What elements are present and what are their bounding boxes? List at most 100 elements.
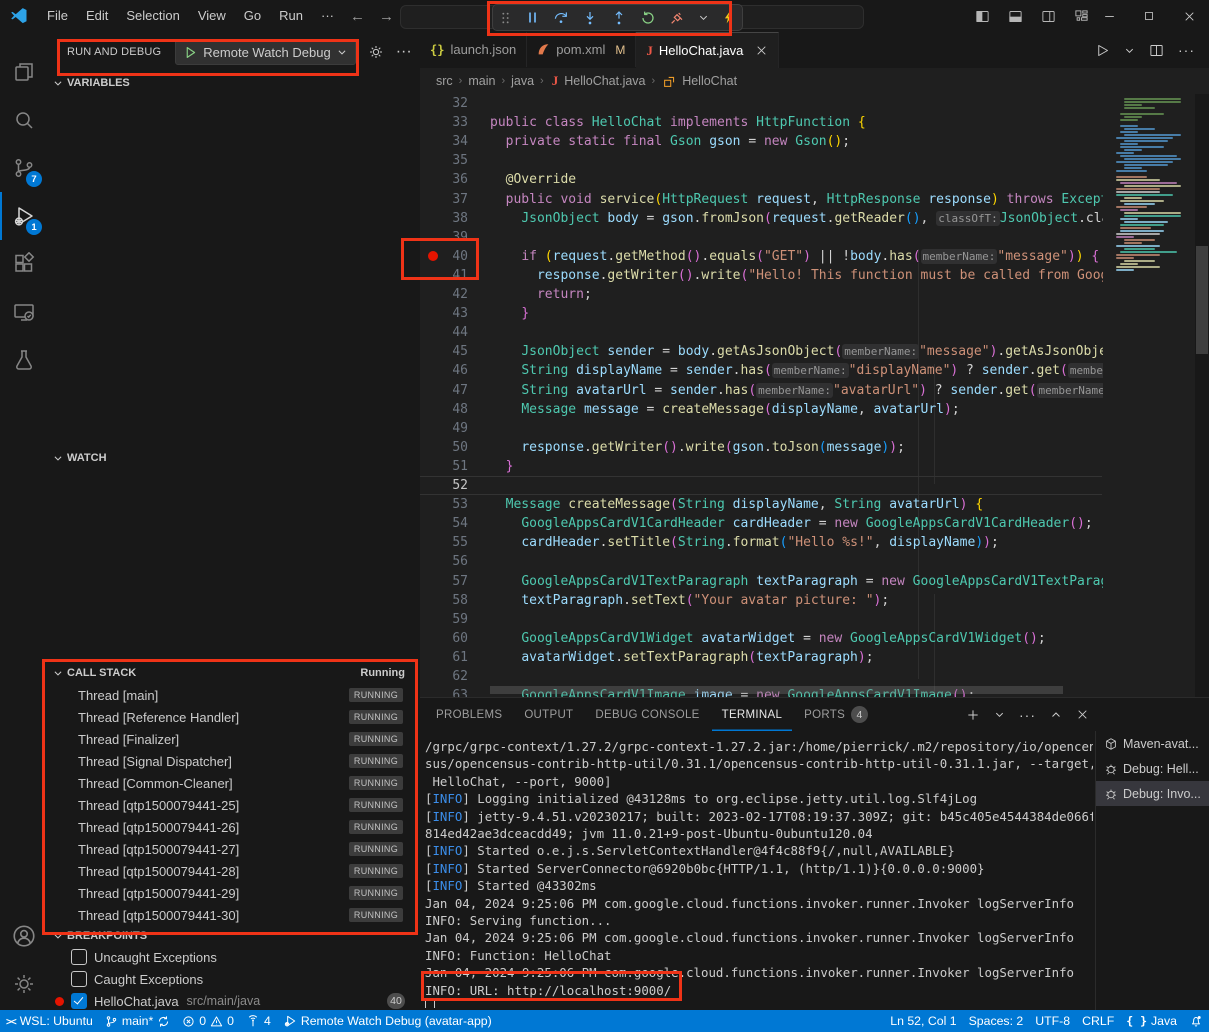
activity-explorer[interactable] [0, 48, 47, 96]
editor-horizontal-scrollbar[interactable] [490, 686, 1063, 694]
activity-extensions[interactable] [0, 240, 47, 288]
breakpoint-checkbox[interactable] [71, 949, 87, 965]
thread-row[interactable]: Thread [qtp1500079441-29]RUNNING [47, 882, 419, 904]
code-line-36[interactable]: 36 @Override [420, 170, 1110, 189]
close-icon[interactable] [1169, 0, 1209, 32]
status-item[interactable]: 4 [240, 1010, 277, 1032]
plus-icon[interactable] [966, 708, 980, 722]
code-line-50[interactable]: 50 response.getWriter().write(gson.toJso… [420, 438, 1110, 457]
bolt-icon[interactable] [722, 10, 736, 25]
breakpoint-row[interactable]: HelloChat.javasrc/main/java40 [47, 990, 419, 1010]
panel-tab-debug-console[interactable]: DEBUG CONSOLE [585, 698, 709, 731]
code-line-43[interactable]: 43 } [420, 304, 1110, 323]
chevron-down-icon[interactable] [1124, 45, 1135, 56]
breakpoint-checkbox[interactable] [71, 993, 87, 1009]
ellipsis-icon[interactable]: ··· [1178, 42, 1195, 58]
terminal-output[interactable]: /grpc/grpc-context/1.27.2/grpc-context-1… [425, 736, 1093, 1008]
menu-selection[interactable]: Selection [117, 0, 188, 32]
activity-search[interactable] [0, 96, 47, 144]
thread-row[interactable]: Thread [qtp1500079441-27]RUNNING [47, 838, 419, 860]
code-line-38[interactable]: 38 JsonObject body = gson.fromJson(reque… [420, 209, 1110, 228]
code-line-53[interactable]: 53 Message createMessage(String displayN… [420, 495, 1110, 514]
status-item[interactable]: Remote Watch Debug (avatar-app) [277, 1010, 498, 1032]
code-line-47[interactable]: 47 String avatarUrl = sender.has(memberN… [420, 381, 1110, 400]
chevron-up-icon[interactable] [1050, 709, 1062, 721]
breadcrumb[interactable]: src›main›java›JHelloChat.java›HelloChat [420, 68, 1209, 94]
thread-row[interactable]: Thread [qtp1500079441-30]RUNNING [47, 904, 419, 926]
step-into-icon[interactable] [582, 10, 598, 26]
code-line-57[interactable]: 57 GoogleAppsCardV1TextParagraph textPar… [420, 572, 1110, 591]
menu-[interactable]: ··· [312, 0, 343, 32]
terminal-instance-debug-invo-[interactable]: Debug: Invo... [1096, 781, 1209, 806]
code-editor[interactable]: 3233public class HelloChat implements Ht… [420, 94, 1110, 697]
editor-vertical-scrollbar[interactable] [1196, 246, 1208, 354]
activity-remote-explorer[interactable] [0, 288, 47, 336]
thread-row[interactable]: Thread [qtp1500079441-28]RUNNING [47, 860, 419, 882]
code-line-49[interactable]: 49 [420, 419, 1110, 438]
breadcrumb-item[interactable]: HelloChat.java [564, 74, 645, 88]
pause-icon[interactable] [525, 10, 540, 25]
panel-left-icon[interactable] [975, 9, 990, 24]
code-line-40[interactable]: 40 if (request.getMethod().equals("GET")… [420, 247, 1110, 266]
activity-testing[interactable] [0, 336, 47, 384]
menu-file[interactable]: File [38, 0, 77, 32]
play-outline-icon[interactable] [1095, 43, 1110, 58]
menu-edit[interactable]: Edit [77, 0, 117, 32]
code-line-44[interactable]: 44 [420, 323, 1110, 342]
code-line-60[interactable]: 60 GoogleAppsCardV1Widget avatarWidget =… [420, 629, 1110, 648]
panel-tab-problems[interactable]: PROBLEMS [426, 698, 512, 731]
status-item[interactable]: 00 [176, 1010, 240, 1032]
call-stack-section-header[interactable]: CALL STACK Running [47, 663, 419, 683]
minimize-icon[interactable] [1089, 0, 1129, 32]
step-out-icon[interactable] [611, 10, 627, 26]
terminal-instance-debug-hell-[interactable]: Debug: Hell... [1096, 756, 1209, 781]
status-item[interactable] [1183, 1010, 1209, 1032]
code-line-51[interactable]: 51 } [420, 457, 1110, 476]
breakpoint-row[interactable]: Uncaught Exceptions [47, 946, 419, 968]
launch-config-dropdown[interactable]: Remote Watch Debug [175, 39, 355, 65]
breakpoints-section-header[interactable]: BREAKPOINTS [47, 926, 419, 946]
breadcrumb-item[interactable]: java [511, 74, 534, 88]
status-item[interactable]: UTF-8 [1029, 1010, 1076, 1032]
minimap[interactable] [1110, 94, 1195, 697]
code-line-55[interactable]: 55 cardHeader.setTitle(String.format("He… [420, 533, 1110, 552]
thread-row[interactable]: Thread [main]RUNNING [47, 684, 419, 706]
chevron-down-icon[interactable] [698, 12, 709, 23]
code-line-59[interactable]: 59 [420, 610, 1110, 629]
maximize-icon[interactable] [1129, 0, 1169, 32]
code-line-58[interactable]: 58 textParagraph.setText("Your avatar pi… [420, 591, 1110, 610]
menu-run[interactable]: Run [270, 0, 312, 32]
restart-icon[interactable] [640, 10, 656, 26]
panel-right-icon[interactable] [1041, 9, 1056, 24]
step-over-icon[interactable] [553, 10, 569, 26]
thread-row[interactable]: Thread [Reference Handler]RUNNING [47, 706, 419, 728]
status-item[interactable]: main* [99, 1010, 176, 1032]
split-icon[interactable] [1149, 43, 1164, 58]
tab-hellochat-java[interactable]: JHelloChat.java [636, 32, 779, 68]
code-line-56[interactable]: 56 [420, 552, 1110, 571]
gear-icon[interactable] [368, 44, 384, 60]
status-item[interactable]: Ln 52, Col 1 [884, 1010, 962, 1032]
thread-row[interactable]: Thread [qtp1500079441-25]RUNNING [47, 794, 419, 816]
watch-section-header[interactable]: WATCH [47, 448, 419, 468]
disconnect-icon[interactable] [669, 10, 685, 26]
tab-pom-xml[interactable]: pom.xmlM [527, 32, 636, 67]
variables-section-header[interactable]: VARIABLES [47, 73, 419, 93]
code-line-34[interactable]: 34 private static final Gson gson = new … [420, 132, 1110, 151]
code-line-41[interactable]: 41 response.getWriter().write("Hello! Th… [420, 266, 1110, 285]
status-item[interactable]: ><WSL: Ubuntu [0, 1010, 99, 1032]
code-line-62[interactable]: 62 [420, 667, 1110, 686]
close-icon[interactable] [1076, 708, 1089, 721]
panel-tab-terminal[interactable]: TERMINAL [712, 698, 793, 731]
nav-forward-icon[interactable]: → [372, 8, 401, 25]
thread-row[interactable]: Thread [qtp1500079441-26]RUNNING [47, 816, 419, 838]
status-item[interactable]: { }Java [1120, 1010, 1183, 1032]
code-line-35[interactable]: 35 [420, 151, 1110, 170]
start-debug-icon[interactable] [184, 46, 197, 59]
code-line-52[interactable]: 52 [420, 476, 1110, 495]
code-line-37[interactable]: 37 public void service(HttpRequest reque… [420, 190, 1110, 209]
code-line-48[interactable]: 48 Message message = createMessage(displ… [420, 400, 1110, 419]
tab-close-icon[interactable] [755, 44, 768, 57]
code-line-46[interactable]: 46 String displayName = sender.has(membe… [420, 361, 1110, 380]
activity-accounts[interactable] [0, 912, 47, 960]
